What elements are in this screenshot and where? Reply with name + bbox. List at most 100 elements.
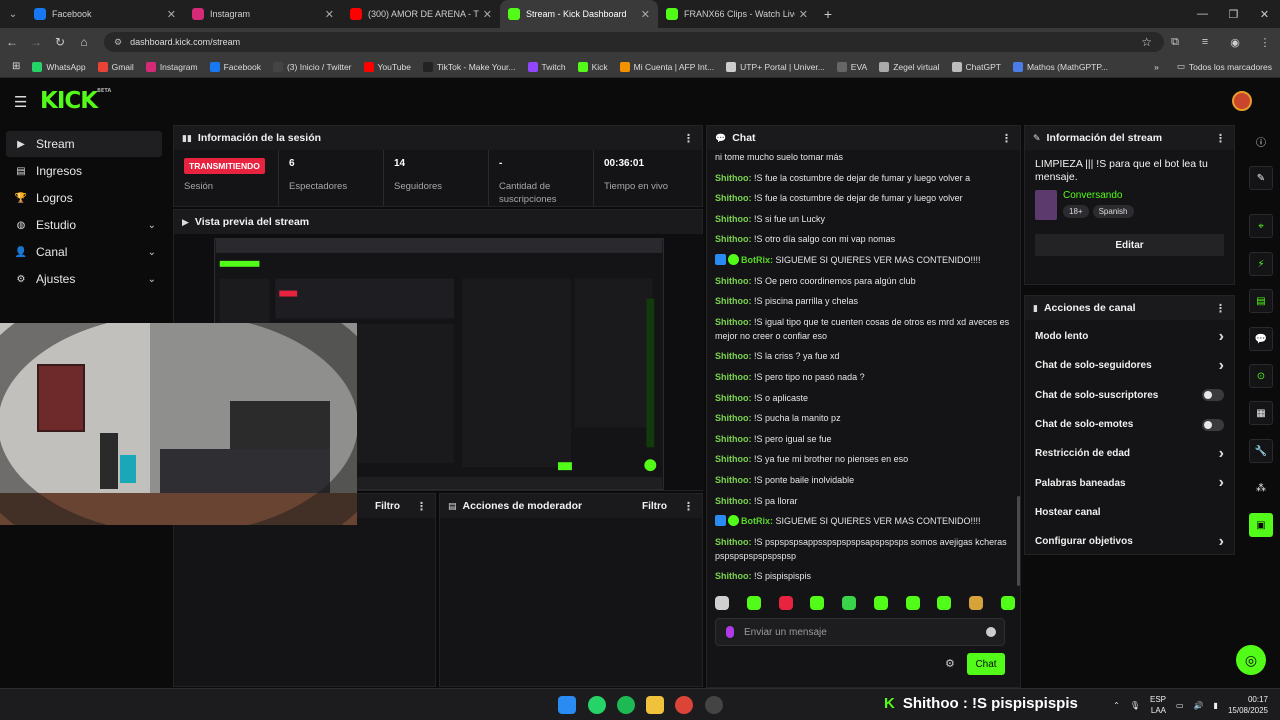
minimize-icon[interactable]: — (1187, 0, 1218, 28)
mic-tray-icon[interactable]: 🎙 (1130, 701, 1140, 710)
maximize-icon[interactable]: ❐ (1218, 0, 1249, 28)
profile-icon[interactable]: ◉ (1220, 28, 1250, 56)
chat-settings-icon[interactable]: ⚙ (945, 657, 955, 670)
channel-action-row[interactable]: Hostear canal (1025, 498, 1234, 527)
reload-icon[interactable]: ↻ (48, 28, 72, 56)
forward-icon[interactable]: → (24, 28, 48, 56)
document-icon[interactable]: ▤ (1249, 289, 1273, 313)
file-explorer-icon[interactable] (646, 696, 664, 714)
stream-tag[interactable]: 18+ (1063, 205, 1089, 218)
all-bookmarks-link[interactable]: Todos los marcadores (1189, 62, 1272, 72)
chat-username[interactable]: Shithoo: (715, 317, 752, 327)
filter-more-icon[interactable]: ⋮ (416, 500, 427, 513)
bookmark-star-icon[interactable]: ☆ (1141, 35, 1152, 49)
mod-more-icon[interactable]: ⋮ (683, 500, 694, 513)
bolt-icon[interactable]: ⚡ (1249, 252, 1273, 276)
chat-username[interactable]: Shithoo: (715, 496, 752, 506)
tab-close-icon[interactable]: ✕ (325, 8, 334, 21)
chat-username[interactable]: Shithoo: (715, 434, 752, 444)
channel-action-row[interactable]: Chat de solo-suscriptores (1025, 381, 1234, 410)
channel-action-row[interactable]: Palabras baneadas › (1025, 468, 1234, 497)
help-chat-button[interactable]: ◎ (1236, 645, 1266, 675)
bookmark-item[interactable]: EVA (836, 61, 867, 72)
sidebar-item-estudio[interactable]: ◍ Estudio ⌄ (6, 212, 162, 238)
chat-username[interactable]: Shithoo: (715, 234, 752, 244)
bookmark-item[interactable]: YouTube (363, 61, 411, 72)
browser-tab[interactable]: (300) AMOR DE ARENA - Ti ✕ (342, 0, 500, 28)
menu-hamburger-icon[interactable]: ☰ (14, 93, 27, 111)
browser-tab[interactable]: Instagram ✕ (184, 0, 342, 28)
chat-username[interactable]: Shithoo: (715, 276, 752, 286)
whatsapp-taskbar-icon[interactable] (588, 696, 606, 714)
volume-icon[interactable]: 🔊 (1194, 701, 1204, 710)
chevron-down-icon[interactable]: ⌄ (148, 247, 156, 258)
windows-start-icon[interactable] (558, 696, 576, 714)
browser-tab[interactable]: Facebook ✕ (26, 0, 184, 28)
category-name[interactable]: Conversando (1063, 190, 1138, 201)
tab-close-icon[interactable]: ✕ (167, 8, 176, 21)
chat-username[interactable]: Shithoo: (715, 571, 752, 581)
browser-tab[interactable]: Stream - Kick Dashboard ✕ (500, 0, 658, 28)
url-field[interactable]: ⚙ dashboard.kick.com/stream ☆ (104, 32, 1164, 52)
bookmark-item[interactable]: (3) Inicio / Twitter (272, 61, 352, 72)
session-more-icon[interactable]: ⋮ (683, 132, 694, 145)
user-avatar[interactable] (1232, 91, 1252, 111)
site-info-icon[interactable]: ⚙ (114, 37, 122, 48)
chat-username[interactable]: Shithoo: (715, 393, 752, 403)
bookmark-item[interactable]: Twitch (527, 61, 566, 72)
chat-message-list[interactable]: ni tome mucho suelo tomar más Shithoo: !S… (707, 150, 1019, 590)
bookmark-item[interactable]: UTP+ Portal | Univer... (726, 61, 825, 72)
bookmark-item[interactable]: Kick (577, 61, 608, 72)
tab-close-icon[interactable]: ✕ (799, 8, 808, 21)
channel-action-row[interactable]: Chat de solo-seguidores › (1025, 351, 1234, 380)
media-icon[interactable]: ≡ (1190, 28, 1220, 56)
bookmark-item[interactable]: Mi Cuenta | AFP Int... (619, 61, 714, 72)
emote-icon[interactable] (1000, 596, 1015, 610)
chevron-down-icon[interactable]: ⌄ (148, 220, 156, 231)
clock[interactable]: 00:17 15/08/2025 (1228, 694, 1268, 716)
mic-icon[interactable] (726, 626, 734, 638)
apps-green-icon[interactable]: ▣ (1249, 513, 1273, 537)
chat-more-icon[interactable]: ⋮ (1001, 132, 1012, 145)
chat-username[interactable]: BotRix: (741, 516, 773, 526)
apps-icon[interactable]: ⊞ (12, 61, 20, 72)
sidebar-item-logros[interactable]: 🏆 Logros (6, 185, 162, 211)
chat-username[interactable]: Shithoo: (715, 454, 752, 464)
stream-tag[interactable]: Spanish (1092, 205, 1134, 218)
message-icon[interactable]: 💬 (1249, 327, 1273, 351)
channel-action-row[interactable]: Configurar objetivos › (1025, 527, 1234, 556)
filter-button[interactable]: Filtro (375, 501, 400, 512)
bookmark-item[interactable]: Zegel virtual (879, 61, 940, 72)
chat-username[interactable]: Shithoo: (715, 173, 752, 183)
bookmark-item[interactable]: WhatsApp (32, 61, 86, 72)
channel-action-row[interactable]: Restricción de edad › (1025, 439, 1234, 468)
emote-icon[interactable] (842, 596, 857, 610)
chat-scrollbar[interactable] (1017, 496, 1020, 586)
language-indicator[interactable]: ESP LAA (1150, 694, 1166, 716)
chat-username[interactable]: Shithoo: (715, 351, 752, 361)
emote-icon[interactable] (969, 596, 984, 610)
spotify-taskbar-icon[interactable] (617, 696, 635, 714)
sidebar-item-ingresos[interactable]: ▤ Ingresos (6, 158, 162, 184)
edit-stream-button[interactable]: Editar (1035, 234, 1224, 256)
chat-username[interactable]: Shithoo: (715, 214, 752, 224)
battery-icon[interactable]: ▮ (1214, 701, 1218, 710)
chat-username[interactable]: Shithoo: (715, 296, 752, 306)
kick-logo[interactable]: KICKBETA (40, 88, 111, 114)
toggle-switch[interactable] (1202, 389, 1224, 402)
layout-icon[interactable]: ▦ (1249, 401, 1273, 425)
back-icon[interactable]: ← (0, 28, 24, 56)
emote-icon[interactable] (778, 596, 793, 610)
chevron-right-icon[interactable]: › (1219, 357, 1224, 375)
chevron-right-icon[interactable]: › (1219, 445, 1224, 463)
close-window-icon[interactable]: ✕ (1249, 0, 1280, 28)
wrench-icon[interactable]: 🔧 (1249, 439, 1273, 463)
chat-username[interactable]: Shithoo: (715, 193, 752, 203)
sidebar-item-ajustes[interactable]: ⚙ Ajustes ⌄ (6, 266, 162, 292)
network-icon[interactable]: ▭ (1176, 701, 1184, 710)
tab-close-icon[interactable]: ✕ (641, 8, 650, 21)
emote-icon[interactable] (905, 596, 920, 610)
chat-send-button[interactable]: Chat (967, 653, 1005, 675)
channel-action-row[interactable]: Chat de solo-emotes (1025, 410, 1234, 439)
toggle-switch[interactable] (1202, 418, 1224, 431)
